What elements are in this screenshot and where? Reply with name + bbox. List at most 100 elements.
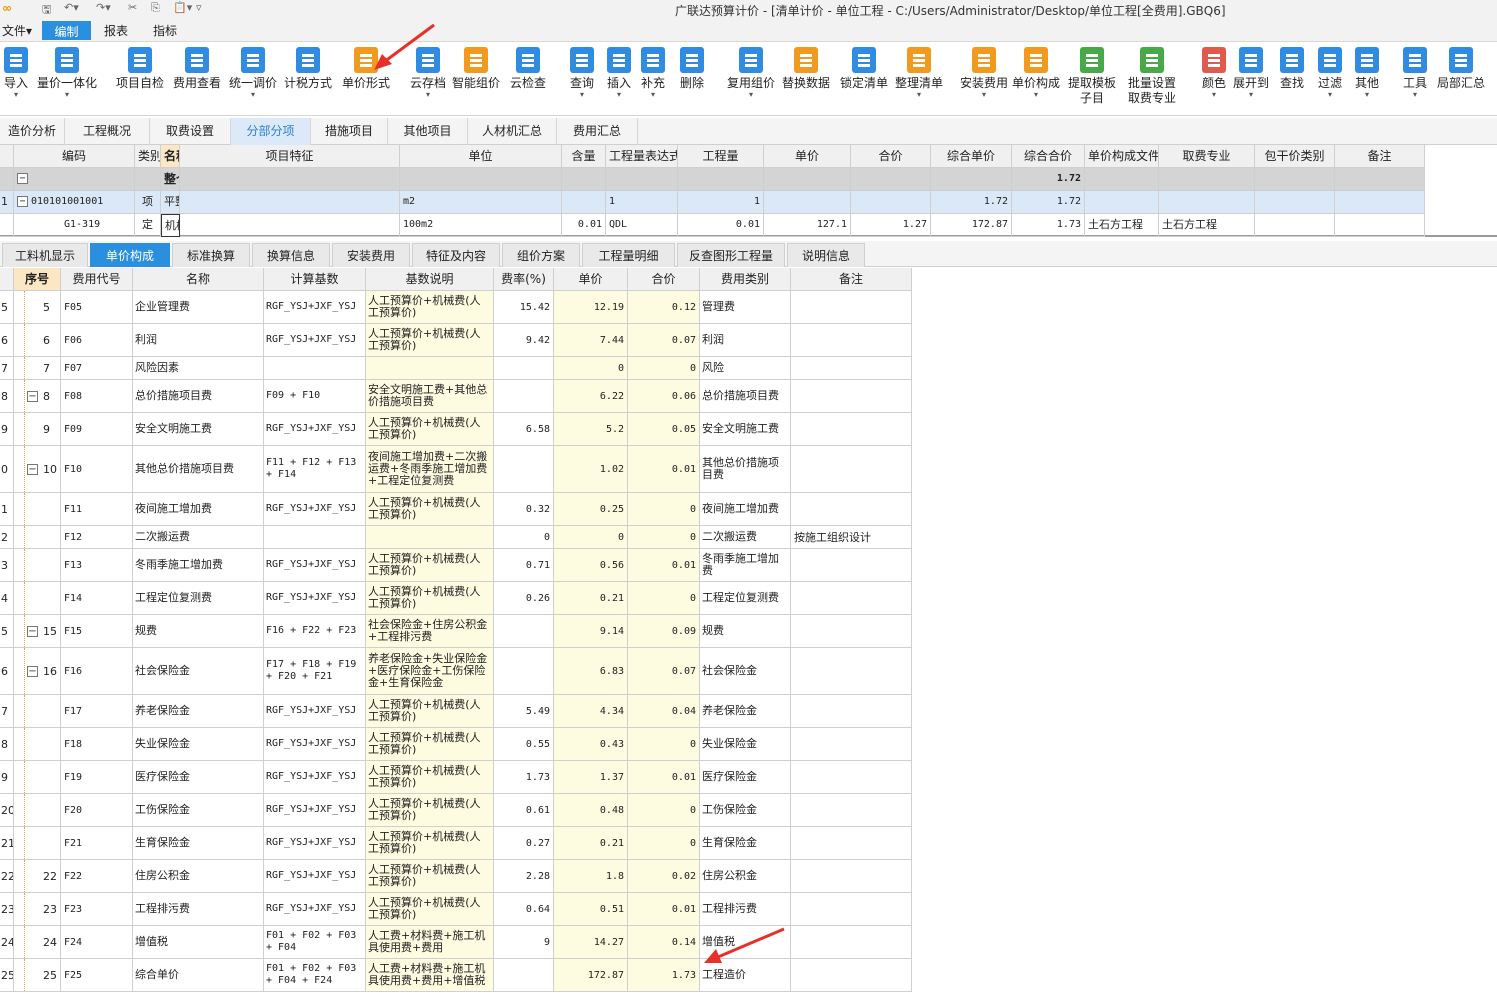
grid2-cell-name[interactable]: 工程定位复测费 [133, 582, 264, 615]
toolbar-button-install-fee[interactable]: 安装费用 ▾ [960, 47, 1008, 99]
grid2-cell-rate[interactable] [494, 648, 554, 695]
grid2-cell-rate[interactable]: 2.28 [494, 860, 554, 893]
grid2-row[interactable]: 0−10 F10 其他总价措施项目费 F11 + F12 + F13 + F14 夜间施… [0, 446, 912, 493]
toolbar-button-organize-list[interactable]: 整理清单 ▾ [895, 47, 943, 99]
grid1-row[interactable]: G1-319定机械场地平整100m20.01QDL0.01127.11.2717… [0, 214, 1497, 237]
grid2-row[interactable]: 24 24 F24 增值税 F01 + F02 + F03 + F04 人工费+材料费+施… [0, 926, 912, 959]
toolbar-button-cloud-archive[interactable]: 云存档 ▾ [410, 47, 446, 99]
grid2-row[interactable]: 6−16 F16 社会保险金 F17 + F18 + F19 + F20 + F21 养… [0, 648, 912, 695]
grid2-cell-rate[interactable]: 15.42 [494, 291, 554, 324]
toolbar-button-tools[interactable]: 工具 ▾ [1403, 47, 1427, 99]
grid2-row[interactable]: 9 9 F09 安全文明施工费 RGF_YSJ+JXF_YSJ 人工预算价+机械费(人工预… [0, 413, 912, 446]
toolbar-button-import[interactable]: 导入 ▾ [4, 47, 28, 99]
detail-tab-9[interactable]: 说明信息 [787, 243, 865, 267]
grid2-row[interactable]: 5 5 F05 企业管理费 RGF_YSJ+JXF_YSJ 人工预算价+机械费(人工预算价… [0, 291, 912, 324]
toolbar-button-unit-composition[interactable]: 单价构成 ▾ [1012, 47, 1060, 99]
grid2-cell-name[interactable]: 失业保险金 [133, 728, 264, 761]
toolbar-button-find[interactable]: 查找 [1280, 47, 1304, 91]
grid1-header-cell[interactable]: 取费专业 [1159, 145, 1255, 168]
grid2-cell-base[interactable]: F01 + F02 + F03 + F04 + F24 [264, 959, 366, 992]
tab-5[interactable]: 其他项目 [388, 118, 468, 145]
grid2-row[interactable]: 7 7 F07 风险因素 0 0 风险 [0, 357, 912, 380]
grid2-header-cell[interactable]: 费用代号 [61, 268, 133, 291]
grid2-header-cell[interactable]: 费率(%) [494, 268, 554, 291]
grid2-cell-rate[interactable]: 6.58 [494, 413, 554, 446]
grid2-cell-base[interactable]: RGF_YSJ+JXF_YSJ [264, 761, 366, 794]
grid1-header-cell[interactable]: 综合单价 [931, 145, 1012, 168]
toolbar-button-cloud-check[interactable]: 云检查 [510, 47, 546, 91]
grid2-row[interactable]: 7 F17 养老保险金 RGF_YSJ+JXF_YSJ 人工预算价+机械费(人工预算价)… [0, 695, 912, 728]
grid2-row[interactable]: 3 F13 冬雨季施工增加费 RGF_YSJ+JXF_YSJ 人工预算价+机械费(人工预… [0, 549, 912, 582]
menu-edit[interactable]: 编制 [42, 21, 91, 40]
grid2-cell-rate[interactable]: 5.49 [494, 695, 554, 728]
tab-0[interactable]: 造价分析 [0, 118, 65, 145]
detail-tab-1[interactable]: 单价构成 [90, 243, 170, 267]
grid2-cell-base[interactable]: F01 + F02 + F03 + F04 [264, 926, 366, 959]
toolbar-button-integrate[interactable]: 量价一体化 ▾ [37, 47, 97, 99]
toolbar-button-insert[interactable]: 插入 ▾ [607, 47, 631, 99]
quick-access-dropdown-icon[interactable]: ▿ [196, 1, 202, 14]
menu-index[interactable]: 指标 [153, 22, 177, 39]
grid2-cell-rate[interactable] [494, 615, 554, 648]
toolbar-button-expand-to[interactable]: 展开到 ▾ [1233, 47, 1269, 99]
grid1-header-cell[interactable]: 包干价类别 [1255, 145, 1335, 168]
toolbar-button-filter[interactable]: 过滤 ▾ [1318, 47, 1342, 99]
grid2-header-cell[interactable]: 合价 [628, 268, 700, 291]
toolbar-button-reuse-price[interactable]: 复用组价 ▾ [727, 47, 775, 99]
grid1-header-cell[interactable]: 合价 [851, 145, 931, 168]
grid2-cell-rate[interactable]: 0.32 [494, 493, 554, 526]
grid2-cell-name[interactable]: 规费 [133, 615, 264, 648]
grid1-header-cell[interactable]: 编码 [14, 145, 135, 168]
grid1-cell-expr[interactable]: 1 [606, 191, 678, 214]
grid2-cell-rate[interactable]: 0.27 [494, 827, 554, 860]
toolbar-button-delete[interactable]: 删除 [680, 47, 704, 91]
tab-2[interactable]: 取费设置 [150, 118, 231, 145]
toolbar-button-fee-view[interactable]: 费用查看 [173, 47, 221, 91]
grid2-cell-name[interactable]: 总价措施项目费 [133, 380, 264, 413]
grid2-cell-rate[interactable]: 9 [494, 926, 554, 959]
tab-3[interactable]: 分部分项 [231, 118, 311, 145]
tab-4[interactable]: 措施项目 [311, 118, 388, 145]
grid2-cell-base[interactable]: RGF_YSJ+JXF_YSJ [264, 794, 366, 827]
toolbar-button-smart-price[interactable]: 智能组价 [452, 47, 500, 91]
grid2-row[interactable]: 22 22 F22 住房公积金 RGF_YSJ+JXF_YSJ 人工预算价+机械费(人工预… [0, 860, 912, 893]
undo-icon[interactable]: ↶▾ [64, 1, 79, 14]
toolbar-button-replace-data[interactable]: 替换数据 [782, 47, 830, 91]
grid2-header-cell[interactable]: 序号 [14, 268, 61, 291]
grid2-cell-base[interactable]: RGF_YSJ+JXF_YSJ [264, 582, 366, 615]
tab-7[interactable]: 费用汇总 [557, 118, 638, 145]
grid2-cell-rate[interactable] [494, 959, 554, 992]
grid2-cell-base[interactable]: F17 + F18 + F19 + F20 + F21 [264, 648, 366, 695]
expand-toggle-icon[interactable]: − [27, 625, 38, 637]
grid1-header-cell[interactable]: 项目特征 [180, 145, 400, 168]
grid2-row[interactable]: 20 F20 工伤保险金 RGF_YSJ+JXF_YSJ 人工预算价+机械费(人工预算价… [0, 794, 912, 827]
grid1-row[interactable]: 1−010101001001项平整场地m2111.721.72 [0, 191, 1497, 214]
grid2-row[interactable]: 1 F11 夜间施工增加费 RGF_YSJ+JXF_YSJ 人工预算价+机械费(人工预算… [0, 493, 912, 526]
grid1-cell-expr[interactable] [606, 168, 678, 191]
grid2-cell-rate[interactable] [494, 446, 554, 493]
cut-icon[interactable]: ✂ [128, 1, 137, 14]
toolbar-button-unit-price-form[interactable]: 单价形式 [342, 47, 390, 91]
grid2-row[interactable]: 21 F21 生育保险金 RGF_YSJ+JXF_YSJ 人工预算价+机械费(人工预算价… [0, 827, 912, 860]
detail-tab-8[interactable]: 反查图形工程量 [677, 243, 785, 267]
grid2-row[interactable]: 25 25 F25 综合单价 F01 + F02 + F03 + F04 + F24 人工… [0, 959, 912, 992]
detail-tab-0[interactable]: 工料机显示 [2, 243, 88, 267]
grid1-header-cell[interactable]: 单位 [400, 145, 562, 168]
expand-toggle-icon[interactable]: − [27, 665, 38, 677]
grid2-cell-rate[interactable]: 1.73 [494, 761, 554, 794]
grid2-cell-name[interactable]: 安全文明施工费 [133, 413, 264, 446]
grid2-cell-name[interactable]: 综合单价 [133, 959, 264, 992]
grid1-header-cell[interactable]: 工程量 [678, 145, 764, 168]
toolbar-button-partial-summary[interactable]: 局部汇总 [1437, 47, 1485, 91]
grid2-row[interactable]: 4 F14 工程定位复测费 RGF_YSJ+JXF_YSJ 人工预算价+机械费(人工预算… [0, 582, 912, 615]
menu-report[interactable]: 报表 [104, 22, 128, 39]
grid2-cell-base[interactable]: RGF_YSJ+JXF_YSJ [264, 695, 366, 728]
toolbar-button-extract-template[interactable]: 提取模板 子目 [1068, 47, 1116, 106]
detail-tab-4[interactable]: 安装费用 [332, 243, 410, 267]
grid2-row[interactable]: 23 23 F23 工程排污费 RGF_YSJ+JXF_YSJ 人工预算价+机械费(人工预… [0, 893, 912, 926]
grid2-cell-name[interactable]: 生育保险金 [133, 827, 264, 860]
grid2-row[interactable]: 8 F18 失业保险金 RGF_YSJ+JXF_YSJ 人工预算价+机械费(人工预算价)… [0, 728, 912, 761]
grid1-header-cell[interactable]: 工程量表达式 [606, 145, 678, 168]
grid2-cell-base[interactable]: RGF_YSJ+JXF_YSJ [264, 860, 366, 893]
grid2-row[interactable]: 6 6 F06 利润 RGF_YSJ+JXF_YSJ 人工预算价+机械费(人工预算价) 9.… [0, 324, 912, 357]
